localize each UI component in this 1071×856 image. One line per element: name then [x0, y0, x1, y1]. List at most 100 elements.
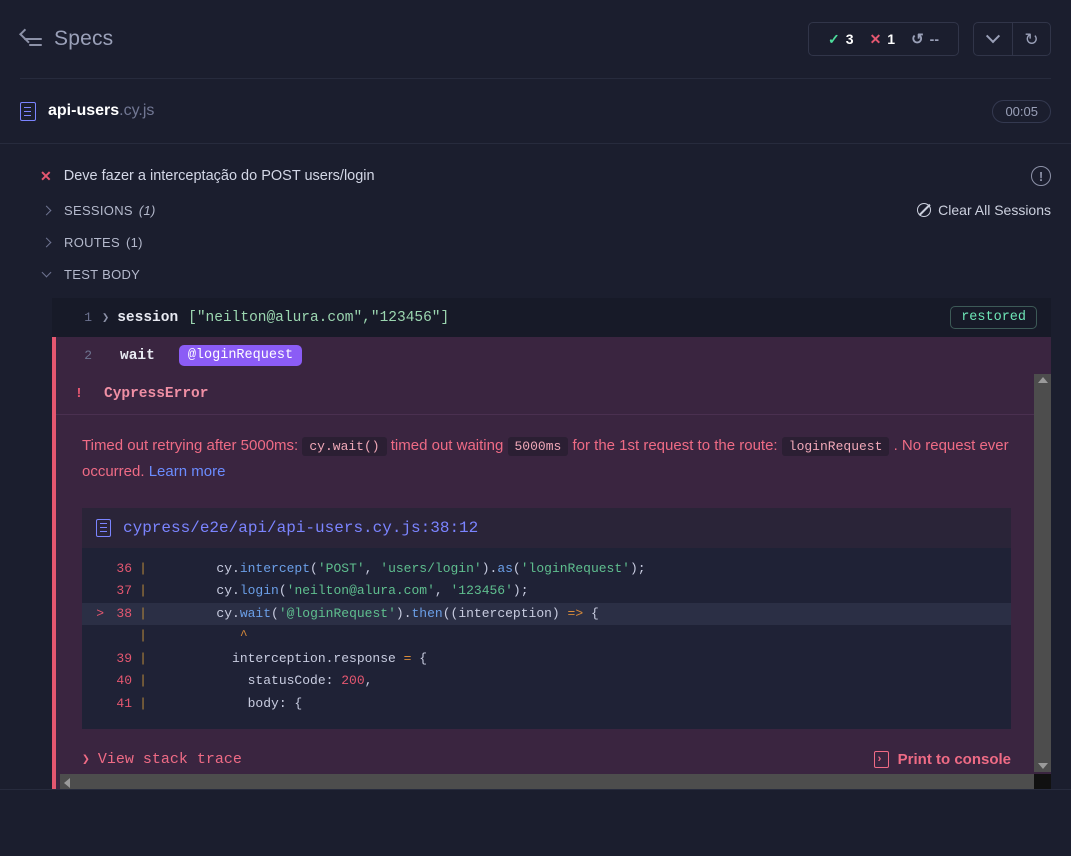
scroll-left-arrow-icon[interactable]: [64, 778, 70, 788]
error-message: Timed out retrying after 5000ms: cy.wait…: [82, 433, 1011, 486]
header-button-group: ↻: [973, 22, 1051, 56]
test-title: Deve fazer a interceptação do POST users…: [63, 168, 375, 184]
code-token: cy.: [154, 583, 240, 598]
code-token: (: [310, 560, 318, 576]
code-line-pipe: |: [139, 673, 147, 688]
test-stats: ✓ 3 ✕ 1 ↺ --: [808, 22, 959, 56]
error-code-chip: loginRequest: [781, 437, 890, 456]
code-token: 200: [341, 673, 365, 688]
error-message-text: for the 1st request to the route:: [568, 437, 782, 454]
code-token: ,: [434, 583, 451, 598]
failed-count: 1: [887, 31, 896, 47]
code-line-pipe: |: [139, 605, 147, 621]
code-token: =>: [567, 605, 584, 621]
spec-file-row[interactable]: api-users .cy.js 00:05: [0, 79, 1071, 143]
error-bang-icon: !: [74, 386, 84, 402]
code-line-number: 39: [116, 650, 132, 666]
code-token: ).: [481, 560, 498, 576]
session-restored-badge: restored: [950, 306, 1037, 329]
back-to-specs-button[interactable]: Specs: [19, 27, 114, 51]
test-title-row[interactable]: ✕ Deve fazer a interceptação do POST use…: [40, 158, 1051, 194]
command-alias-pill[interactable]: @loginRequest: [178, 345, 303, 366]
code-token: interception.response: [154, 650, 404, 666]
code-line-pipe: |: [139, 560, 147, 576]
code-token: then: [411, 605, 443, 621]
info-circle-icon[interactable]: !: [1031, 166, 1051, 186]
back-to-specs-icon: [19, 28, 42, 47]
code-line-content: body: {: [154, 693, 303, 716]
section-label-sessions: SESSIONS: [64, 202, 133, 218]
specs-label: Specs: [54, 27, 114, 50]
command-row-session[interactable]: 1 ❯ session ["neilton@alura.com","123456…: [52, 298, 1051, 337]
clear-all-sessions-button[interactable]: Clear All Sessions: [917, 202, 1051, 218]
section-label-test-body: TEST BODY: [64, 266, 141, 282]
code-line-marker: [82, 693, 104, 716]
stat-passed: ✓ 3: [821, 31, 861, 47]
code-token: );: [629, 560, 646, 576]
code-frame-line: | ^: [82, 625, 1011, 648]
chevron-right-icon: ❯: [82, 752, 90, 767]
command-caret-icon: ❯: [102, 311, 110, 325]
code-line-pipe: |: [139, 583, 147, 598]
code-line-number: 36: [116, 560, 132, 576]
spec-file-icon: [20, 101, 36, 121]
view-stack-trace-label: View stack trace: [97, 751, 242, 768]
code-line-marker: >: [96, 605, 104, 621]
code-line-content: cy.login('neilton@alura.com', '123456');: [154, 580, 529, 603]
chevron-right-icon: [41, 237, 52, 247]
code-token: ^: [154, 628, 248, 643]
code-token: as: [497, 560, 513, 576]
section-routes[interactable]: ROUTES (1): [40, 226, 1051, 258]
chevron-right-icon: [41, 205, 52, 215]
scroll-down-arrow-icon[interactable]: [1037, 763, 1048, 769]
section-count-routes: (1): [125, 234, 143, 250]
code-token: ,: [364, 560, 381, 576]
error-block: ! CypressError Timed out retrying after …: [52, 374, 1051, 792]
command-args: ["neilton@alura.com","123456"]: [188, 309, 450, 326]
code-line-marker: [82, 648, 104, 671]
expand-menu-button[interactable]: [974, 23, 1012, 55]
code-token: '123456': [450, 583, 513, 598]
code-line-pipe: |: [139, 650, 147, 666]
reload-icon: ↻: [1024, 29, 1039, 49]
error-file-link[interactable]: cypress/e2e/api/api-users.cy.js:38:12: [123, 519, 478, 537]
chevron-down-icon: [41, 267, 52, 278]
section-sessions[interactable]: SESSIONS (1) Clear All Sessions: [40, 194, 1051, 226]
code-token: 'loginRequest': [520, 560, 630, 576]
rerun-tests-button[interactable]: ↻: [1012, 23, 1050, 55]
learn-more-link[interactable]: Learn more: [149, 463, 226, 480]
spec-file-extension: .cy.js: [119, 102, 155, 119]
code-token: intercept: [239, 560, 311, 576]
code-line-marker: [82, 580, 104, 603]
view-stack-trace-button[interactable]: ❯ View stack trace: [82, 751, 242, 768]
print-to-console-button[interactable]: Print to console: [873, 751, 1011, 768]
error-vertical-scrollbar[interactable]: [1034, 374, 1051, 772]
code-token: '@loginRequest': [278, 605, 396, 621]
command-name: session: [117, 309, 179, 326]
command-row-wait[interactable]: 2 wait @loginRequest: [52, 337, 1051, 374]
command-number: 1: [84, 310, 92, 325]
scroll-up-arrow-icon[interactable]: [1037, 377, 1048, 383]
code-token: cy.: [154, 560, 240, 576]
code-line-number: 37: [116, 583, 132, 598]
code-line-number: 41: [116, 695, 132, 711]
spec-duration-badge: 00:05: [992, 99, 1051, 123]
error-file-link-row[interactable]: cypress/e2e/api/api-users.cy.js:38:12: [82, 507, 1011, 548]
test-failed-icon: ✕: [40, 167, 52, 184]
code-token: );: [512, 583, 529, 598]
check-icon: ✓: [828, 31, 840, 47]
code-token: (: [512, 560, 521, 576]
code-token: login: [239, 583, 279, 598]
clear-all-sessions-label: Clear All Sessions: [938, 202, 1051, 218]
code-frame-line: 40 | statusCode: 200,: [82, 670, 1011, 693]
error-code-chip: 5000ms: [507, 437, 569, 456]
code-token: 'POST': [317, 560, 365, 576]
code-line-number: 40: [116, 673, 132, 688]
code-token: statusCode:: [154, 673, 342, 688]
code-token: 'users/login': [380, 560, 482, 576]
header-controls: ✓ 3 ✕ 1 ↺ -- ↻: [808, 22, 1051, 56]
code-line-number: [104, 625, 132, 648]
section-test-body[interactable]: TEST BODY: [40, 258, 1051, 290]
code-token: (: [278, 583, 287, 598]
error-code-frame: 36 | cy.intercept('POST', 'users/login').…: [82, 547, 1011, 729]
